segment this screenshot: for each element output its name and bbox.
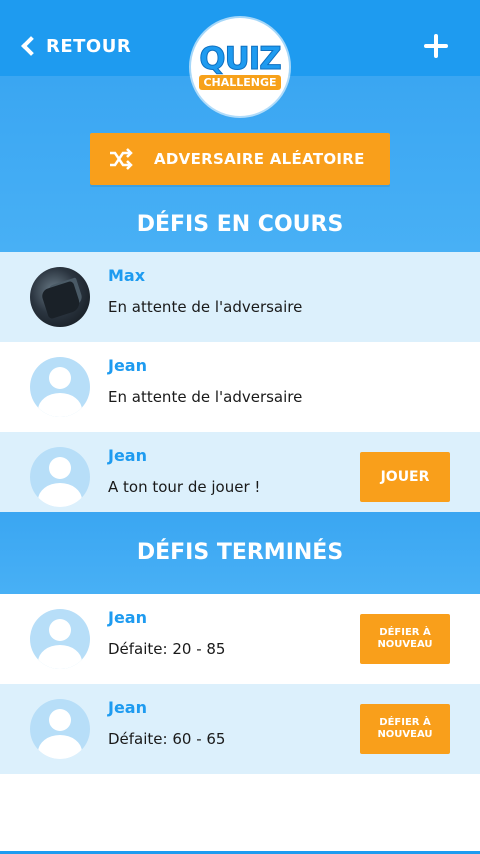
- challenge-status: A ton tour de jouer !: [108, 478, 261, 496]
- challenge-row[interactable]: Jean A ton tour de jouer ! JOUER: [0, 432, 480, 522]
- add-challenge-button[interactable]: [424, 34, 448, 58]
- rematch-button[interactable]: DÉFIER À NOUVEAU: [360, 614, 450, 664]
- play-button[interactable]: JOUER: [360, 452, 450, 502]
- finished-section-header: DÉFIS TERMINÉS: [0, 512, 480, 594]
- challenge-status: En attente de l'adversaire: [108, 298, 303, 316]
- logo-challenge-text: CHALLENGE: [199, 75, 281, 90]
- in-progress-title: DÉFIS EN COURS: [136, 212, 344, 237]
- default-user-avatar-icon: [30, 609, 90, 669]
- avatar: [30, 267, 90, 327]
- player-name: Jean: [108, 698, 147, 717]
- player-name: Jean: [108, 446, 147, 465]
- logo-quiz-text: QUIZ: [199, 41, 283, 77]
- random-opponent-button[interactable]: ADVERSAIRE ALÉATOIRE: [90, 133, 390, 185]
- player-name: Jean: [108, 608, 147, 627]
- rematch-label-line2: NOUVEAU: [377, 729, 433, 740]
- challenge-row[interactable]: Jean En attente de l'adversaire: [0, 342, 480, 432]
- rematch-button[interactable]: DÉFIER À NOUVEAU: [360, 704, 450, 754]
- rematch-label-line2: NOUVEAU: [377, 639, 433, 650]
- challenge-status: En attente de l'adversaire: [108, 388, 303, 406]
- player-name: Max: [108, 266, 146, 285]
- result-status: Défaite: 20 - 85: [108, 640, 226, 658]
- result-status: Défaite: 60 - 65: [108, 730, 226, 748]
- chevron-left-icon: [21, 36, 41, 56]
- challenge-row[interactable]: Max En attente de l'adversaire: [0, 252, 480, 342]
- rematch-label-line1: DÉFIER À: [379, 717, 431, 728]
- back-button[interactable]: RETOUR: [20, 34, 131, 58]
- shuffle-icon: [110, 148, 133, 170]
- finished-row[interactable]: Jean Défaite: 20 - 85 DÉFIER À NOUVEAU: [0, 594, 480, 684]
- default-user-avatar-icon: [30, 699, 90, 759]
- quiz-challenge-logo: QUIZ CHALLENGE: [191, 18, 289, 116]
- finished-title: DÉFIS TERMINÉS: [136, 540, 344, 565]
- rematch-label-line1: DÉFIER À: [379, 627, 431, 638]
- default-user-avatar-icon: [30, 357, 90, 417]
- back-label: RETOUR: [46, 35, 132, 57]
- default-user-avatar-icon: [30, 447, 90, 507]
- player-name: Jean: [108, 356, 147, 375]
- random-opponent-label: ADVERSAIRE ALÉATOIRE: [154, 150, 365, 168]
- finished-row[interactable]: Jean Défaite: 60 - 65 DÉFIER À NOUVEAU: [0, 684, 480, 774]
